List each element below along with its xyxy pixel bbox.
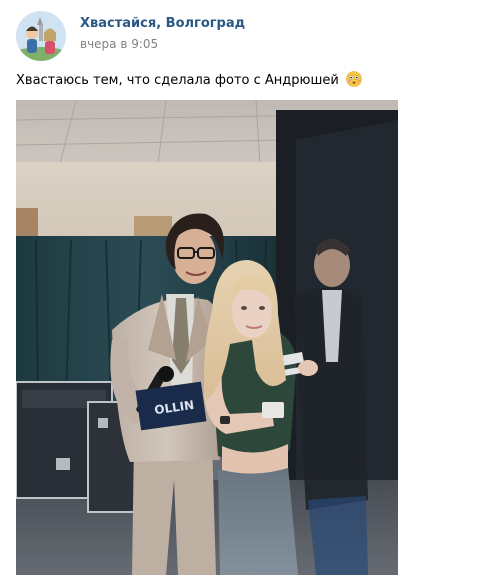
group-avatar-icon[interactable] (16, 11, 66, 61)
flushed-face-emoji-icon (346, 71, 362, 87)
post-photo[interactable]: OLLIN (16, 100, 398, 575)
post-timestamp[interactable]: вчера в 9:05 (80, 37, 158, 51)
wall-post: Хвастайся, Волгоград вчера в 9:05 Хваста… (0, 0, 489, 576)
post-text-content: Хвастаюсь тем, что сделала фото с Андрюш… (16, 73, 339, 88)
post-text: Хвастаюсь тем, что сделала фото с Андрюш… (16, 71, 362, 88)
post-author-link[interactable]: Хвастайся, Волгоград (80, 16, 245, 31)
